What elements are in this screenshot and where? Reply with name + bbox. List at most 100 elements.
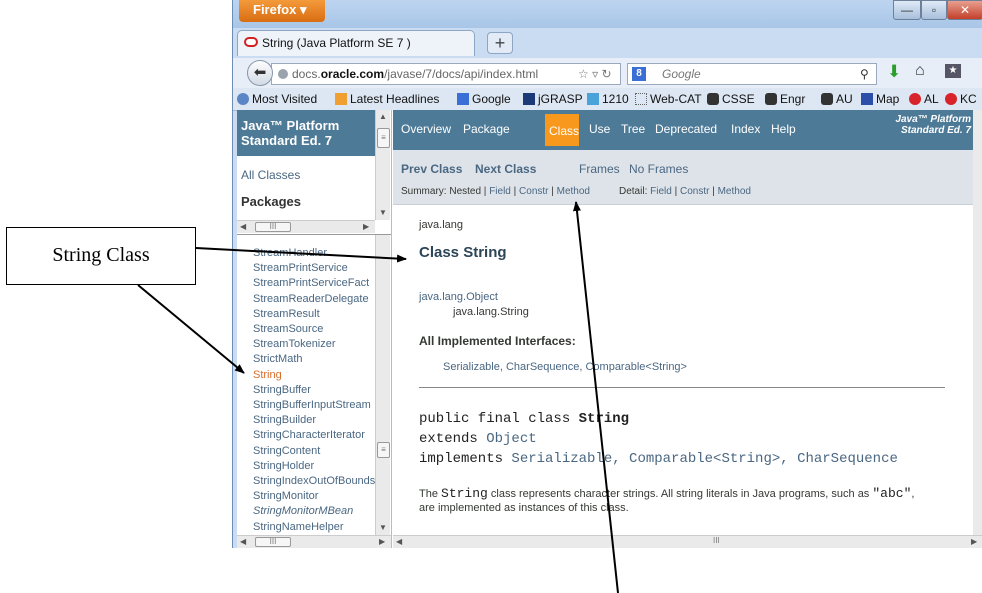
bookmark-csse[interactable]: CSSE bbox=[707, 88, 755, 110]
summary-method-link[interactable]: Method bbox=[557, 186, 590, 197]
hierarchy-object-link[interactable]: java.lang.Object bbox=[419, 291, 498, 303]
nav-index[interactable]: Index bbox=[731, 122, 760, 136]
class-link-stringbuilder[interactable]: StringBuilder bbox=[253, 413, 389, 428]
class-link-stringholder[interactable]: StringHolder bbox=[253, 459, 389, 474]
scroll-left-icon[interactable]: ◀ bbox=[240, 222, 246, 231]
class-link-string-selected[interactable]: String bbox=[253, 368, 389, 383]
package-frame-hscrollbar[interactable]: ◀ III ▶ bbox=[237, 220, 375, 233]
class-link-streamsource[interactable]: StreamSource bbox=[253, 322, 389, 337]
search-input[interactable]: 8 Google ⚲ bbox=[627, 63, 877, 85]
rss-icon bbox=[335, 93, 347, 105]
frames-link[interactable]: Frames bbox=[579, 162, 620, 176]
doc-frame-scrollbar[interactable] bbox=[973, 110, 982, 535]
class-link-stringbuffer[interactable]: StringBuffer bbox=[253, 383, 389, 398]
summary-field-link[interactable]: Field bbox=[489, 186, 511, 197]
nav-package[interactable]: Package bbox=[463, 122, 510, 136]
search-icon[interactable]: ⚲ bbox=[860, 64, 869, 84]
star-icon[interactable]: ☆ bbox=[578, 67, 589, 81]
extends-object-link[interactable]: Object bbox=[486, 431, 536, 447]
package-frame-scrollbar[interactable]: ▲ ≡ ▼ bbox=[375, 110, 390, 220]
class-link-stringmonitormbean[interactable]: StringMonitorMBean bbox=[253, 504, 389, 519]
class-link-streamprintservicefactory[interactable]: StreamPrintServiceFact bbox=[253, 276, 389, 291]
scroll-down-icon[interactable]: ▼ bbox=[379, 208, 387, 217]
class-link-stringmonitor[interactable]: StringMonitor bbox=[253, 489, 389, 504]
class-link-streamhandler[interactable]: StreamHandler bbox=[253, 246, 389, 261]
bookmark-al[interactable]: AL bbox=[909, 88, 939, 110]
search-placeholder: Google bbox=[662, 67, 701, 81]
class-link-streamtokenizer[interactable]: StreamTokenizer bbox=[253, 337, 389, 352]
firefox-menu-button[interactable]: Firefox ▾ bbox=[239, 0, 325, 22]
class-link-strictmath[interactable]: StrictMath bbox=[253, 352, 389, 367]
reload-icon[interactable]: ↻ bbox=[601, 67, 611, 81]
download-icon[interactable]: ⬇ bbox=[887, 62, 901, 82]
back-button[interactable]: ⬅ bbox=[247, 60, 273, 86]
class-link-streamprintservice[interactable]: StreamPrintService bbox=[253, 261, 389, 276]
scroll-right-icon[interactable]: ▶ bbox=[379, 537, 385, 546]
platform-label: Java™ Platform Standard Ed. 7 bbox=[895, 114, 971, 136]
bookmark-jgrasp[interactable]: jGRASP bbox=[523, 88, 583, 110]
hscroll-thumb[interactable]: III bbox=[255, 537, 291, 547]
scroll-up-icon[interactable]: ▲ bbox=[379, 112, 387, 121]
class-link-stringindexoutofbounds[interactable]: StringIndexOutOfBounds bbox=[253, 474, 389, 489]
class-link-stringcharacteriterator[interactable]: StringCharacterIterator bbox=[253, 428, 389, 443]
class-link-stringnamehelper[interactable]: StringNameHelper bbox=[253, 520, 389, 535]
detail-method-link[interactable]: Method bbox=[718, 186, 751, 197]
bookmarks-toolbar: Most Visited Latest Headlines Google jGR… bbox=[233, 88, 982, 111]
scroll-right-icon[interactable]: ▶ bbox=[363, 222, 369, 231]
summary-constr-link[interactable]: Constr bbox=[519, 186, 548, 197]
bookmark-map[interactable]: Map bbox=[861, 88, 899, 110]
google-search-engine-icon[interactable]: 8 bbox=[632, 67, 646, 81]
bookmark-most-visited[interactable]: Most Visited bbox=[237, 88, 317, 110]
hscroll-thumb[interactable]: III bbox=[255, 222, 291, 232]
browser-window: Firefox ▾ — ▫ ✕ String (Java Platform SE… bbox=[232, 0, 982, 548]
scroll-thumb[interactable]: ≡ bbox=[377, 128, 390, 148]
prev-class-link[interactable]: Prev Class bbox=[401, 162, 462, 176]
bookmarks-menu-icon[interactable]: ★ bbox=[945, 64, 961, 78]
tab-string-docs[interactable]: String (Java Platform SE 7 ) bbox=[237, 30, 475, 56]
dropdown-icon[interactable]: ▿ bbox=[592, 67, 598, 81]
class-list-scrollbar[interactable]: ≡ ▼ bbox=[375, 235, 390, 535]
detail-field-link[interactable]: Field bbox=[650, 186, 672, 197]
detail-constr-link[interactable]: Constr bbox=[680, 186, 709, 197]
bookmark-1210[interactable]: 1210 bbox=[587, 88, 629, 110]
nav-help[interactable]: Help bbox=[771, 122, 796, 136]
no-frames-link[interactable]: No Frames bbox=[629, 162, 688, 176]
bookmark-engr[interactable]: Engr bbox=[765, 88, 805, 110]
nav-deprecated[interactable]: Deprecated bbox=[655, 122, 717, 136]
nav-class-active[interactable]: Class bbox=[545, 114, 579, 146]
bookmark-au[interactable]: AU bbox=[821, 88, 853, 110]
bookmark-kc[interactable]: KC bbox=[945, 88, 977, 110]
class-link-stringcontent[interactable]: StringContent bbox=[253, 444, 389, 459]
hscroll-thumb-grip[interactable]: III bbox=[713, 536, 720, 545]
new-tab-button[interactable]: + bbox=[487, 32, 513, 54]
url-prefix: docs. bbox=[292, 67, 321, 81]
scroll-down-icon[interactable]: ▼ bbox=[379, 523, 387, 532]
implements-links[interactable]: Serializable, Comparable<String>, CharSe… bbox=[511, 451, 897, 467]
nav-tree[interactable]: Tree bbox=[621, 122, 645, 136]
scroll-thumb[interactable]: ≡ bbox=[377, 442, 390, 458]
scroll-right-icon[interactable]: ▶ bbox=[971, 537, 977, 546]
bookmark-latest-headlines[interactable]: Latest Headlines bbox=[335, 88, 439, 110]
scroll-left-icon[interactable]: ◀ bbox=[396, 537, 402, 546]
maximize-button[interactable]: ▫ bbox=[921, 0, 947, 20]
bookmark-web-cat[interactable]: Web-CAT bbox=[635, 88, 702, 110]
nav-use[interactable]: Use bbox=[589, 122, 610, 136]
package-name: java.lang bbox=[419, 219, 464, 231]
bookmark-google[interactable]: Google bbox=[457, 88, 511, 110]
all-classes-link[interactable]: All Classes bbox=[241, 168, 300, 182]
title-bar: Firefox ▾ — ▫ ✕ bbox=[233, 0, 982, 28]
home-icon[interactable]: ⌂ bbox=[915, 62, 925, 80]
nav-overview[interactable]: Overview bbox=[401, 122, 451, 136]
scroll-left-icon[interactable]: ◀ bbox=[240, 537, 246, 546]
class-link-stringbufferinputstream[interactable]: StringBufferInputStream bbox=[253, 398, 389, 413]
interfaces-links[interactable]: Serializable, CharSequence, Comparable<S… bbox=[443, 361, 687, 373]
minimize-button[interactable]: — bbox=[893, 0, 921, 20]
next-class-link[interactable]: Next Class bbox=[475, 162, 536, 176]
summary-links: Summary: Nested | Field | Constr | Metho… bbox=[401, 186, 590, 197]
doc-frame-hscrollbar[interactable]: ◀ III ▶ bbox=[393, 535, 982, 548]
class-link-streamreaderdelegate[interactable]: StreamReaderDelegate bbox=[253, 292, 389, 307]
url-bar[interactable]: docs.oracle.com/javase/7/docs/api/index.… bbox=[271, 63, 621, 85]
class-link-streamresult[interactable]: StreamResult bbox=[253, 307, 389, 322]
class-list-hscrollbar[interactable]: ◀ III ▶ bbox=[237, 535, 391, 548]
close-button[interactable]: ✕ bbox=[947, 0, 982, 20]
